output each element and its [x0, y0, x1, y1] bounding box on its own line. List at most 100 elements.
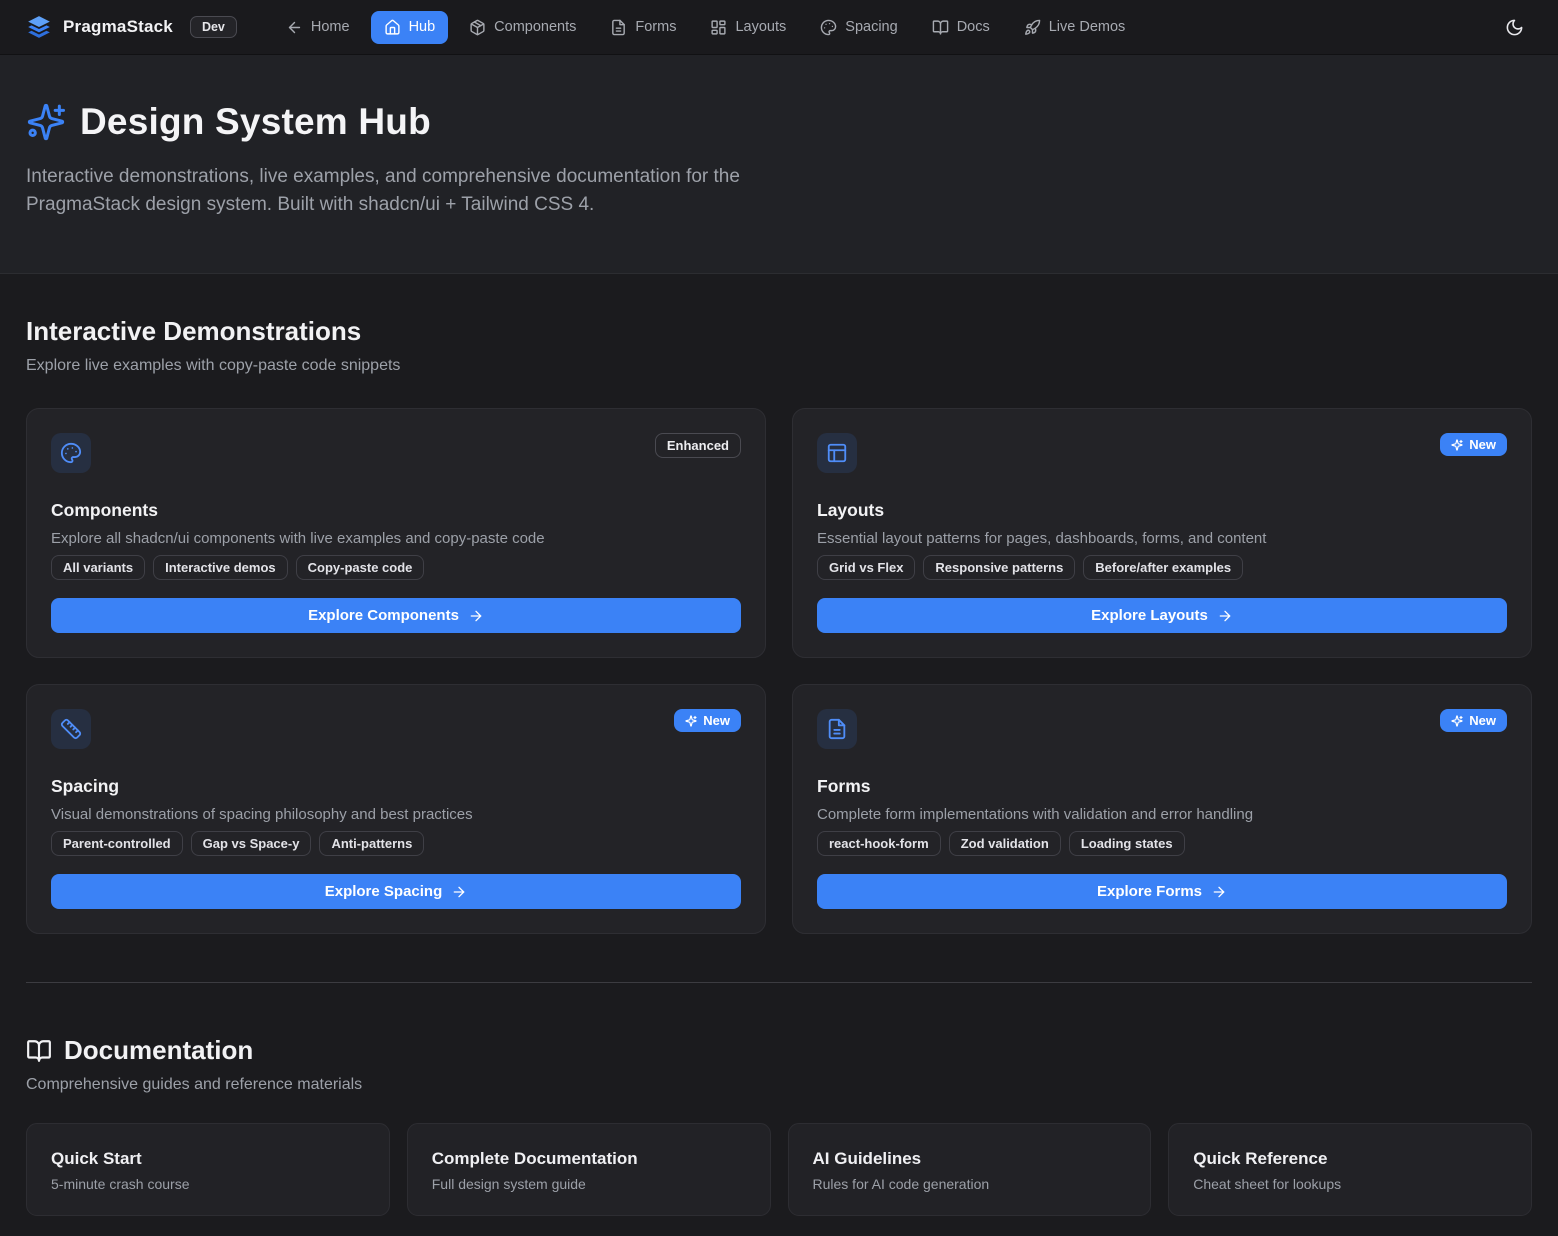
- nav-item-live-demos[interactable]: Live Demos: [1011, 11, 1139, 44]
- nav-item-hub[interactable]: Hub: [371, 11, 449, 44]
- badge-label: New: [1469, 437, 1496, 452]
- page-subtitle: Interactive demonstrations, live example…: [26, 163, 771, 219]
- card-title: Components: [51, 500, 741, 521]
- ruler-icon: [51, 709, 91, 749]
- sparkles-icon: [1451, 439, 1463, 451]
- explore-layouts-button[interactable]: Explore Layouts: [817, 598, 1507, 633]
- nav-item-components[interactable]: Components: [456, 11, 589, 44]
- layout-dashboard-icon: [710, 19, 727, 36]
- card-title: Forms: [817, 776, 1507, 797]
- explore-forms-button[interactable]: Explore Forms: [817, 874, 1507, 909]
- section-divider: [26, 982, 1532, 983]
- nav-item-label: Home: [311, 19, 350, 35]
- top-navbar: PragmaStack Dev Home Hub Components Form…: [0, 0, 1558, 55]
- button-label: Explore Forms: [1097, 883, 1202, 900]
- file-text-icon: [610, 19, 627, 36]
- panels-top-left-icon: [817, 433, 857, 473]
- tag: react-hook-form: [817, 831, 941, 856]
- sparkles-icon: [685, 715, 697, 727]
- nav-items: Home Hub Components Forms Layouts Spacin…: [273, 11, 1138, 44]
- page-title: Design System Hub: [80, 101, 431, 143]
- card-tags: All variants Interactive demos Copy-past…: [51, 555, 741, 580]
- tag: Copy-paste code: [296, 555, 425, 580]
- palette-icon: [51, 433, 91, 473]
- demo-card-forms: New Forms Complete form implementations …: [792, 684, 1532, 934]
- doc-card-quick-reference[interactable]: Quick Reference Cheat sheet for lookups: [1168, 1123, 1532, 1216]
- doc-card-ai-guidelines[interactable]: AI Guidelines Rules for AI code generati…: [788, 1123, 1152, 1216]
- doc-card-complete-documentation[interactable]: Complete Documentation Full design syste…: [407, 1123, 771, 1216]
- doc-card-quick-start[interactable]: Quick Start 5-minute crash course: [26, 1123, 390, 1216]
- button-label: Explore Spacing: [325, 883, 443, 900]
- demo-card-components: Enhanced Components Explore all shadcn/u…: [26, 408, 766, 658]
- sparkles-icon: [26, 102, 66, 142]
- brand-name: PragmaStack: [63, 17, 173, 37]
- tag: Interactive demos: [153, 555, 288, 580]
- nav-item-label: Live Demos: [1049, 19, 1126, 35]
- theme-toggle-button[interactable]: [1496, 9, 1532, 45]
- doc-card-description: Full design system guide: [432, 1176, 746, 1192]
- nav-item-home[interactable]: Home: [273, 11, 363, 44]
- file-text-icon: [817, 709, 857, 749]
- tag: All variants: [51, 555, 145, 580]
- demo-card-layouts: New Layouts Essential layout patterns fo…: [792, 408, 1532, 658]
- button-label: Explore Components: [308, 607, 459, 624]
- nav-item-forms[interactable]: Forms: [597, 11, 689, 44]
- main-content: Interactive Demonstrations Explore live …: [0, 316, 1558, 1236]
- arrow-right-icon: [451, 884, 467, 900]
- layers-logo-icon: [26, 14, 52, 40]
- doc-card-description: Cheat sheet for lookups: [1193, 1176, 1507, 1192]
- dev-badge: Dev: [190, 16, 237, 38]
- moon-icon: [1505, 18, 1524, 37]
- house-icon: [384, 19, 401, 36]
- doc-card-title: Quick Reference: [1193, 1149, 1507, 1169]
- nav-item-label: Docs: [957, 19, 990, 35]
- card-title: Layouts: [817, 500, 1507, 521]
- card-tags: Parent-controlled Gap vs Space-y Anti-pa…: [51, 831, 741, 856]
- nav-item-label: Hub: [409, 19, 436, 35]
- arrow-right-icon: [1217, 608, 1233, 624]
- card-tags: react-hook-form Zod validation Loading s…: [817, 831, 1507, 856]
- nav-item-layouts[interactable]: Layouts: [697, 11, 799, 44]
- new-badge: New: [1440, 433, 1507, 456]
- palette-icon: [820, 19, 837, 36]
- demos-heading: Interactive Demonstrations: [26, 316, 1532, 347]
- doc-card-description: 5-minute crash course: [51, 1176, 365, 1192]
- demo-card-spacing: New Spacing Visual demonstrations of spa…: [26, 684, 766, 934]
- card-description: Explore all shadcn/ui components with li…: [51, 530, 741, 547]
- tag: Grid vs Flex: [817, 555, 915, 580]
- explore-spacing-button[interactable]: Explore Spacing: [51, 874, 741, 909]
- doc-card-title: Complete Documentation: [432, 1149, 746, 1169]
- tag: Before/after examples: [1083, 555, 1243, 580]
- badge-label: New: [1469, 713, 1496, 728]
- nav-item-spacing[interactable]: Spacing: [807, 11, 910, 44]
- card-description: Visual demonstrations of spacing philoso…: [51, 806, 741, 823]
- tag: Parent-controlled: [51, 831, 183, 856]
- rocket-icon: [1024, 19, 1041, 36]
- card-title: Spacing: [51, 776, 741, 797]
- nav-item-label: Components: [494, 19, 576, 35]
- badge-label: New: [703, 713, 730, 728]
- card-description: Essential layout patterns for pages, das…: [817, 530, 1507, 547]
- demo-card-grid: Enhanced Components Explore all shadcn/u…: [26, 408, 1532, 934]
- docs-section: Documentation Comprehensive guides and r…: [26, 1035, 1532, 1236]
- tag: Responsive patterns: [923, 555, 1075, 580]
- explore-components-button[interactable]: Explore Components: [51, 598, 741, 633]
- hero-section: Design System Hub Interactive demonstrat…: [0, 55, 1558, 274]
- card-tags: Grid vs Flex Responsive patterns Before/…: [817, 555, 1507, 580]
- book-open-icon: [26, 1038, 52, 1064]
- package-icon: [469, 19, 486, 36]
- docs-subheading: Comprehensive guides and reference mater…: [26, 1076, 1532, 1094]
- book-open-icon: [932, 19, 949, 36]
- demos-section: Interactive Demonstrations Explore live …: [26, 316, 1532, 934]
- nav-item-docs[interactable]: Docs: [919, 11, 1003, 44]
- docs-heading: Documentation: [64, 1035, 253, 1066]
- tag: Zod validation: [949, 831, 1061, 856]
- doc-card-title: Quick Start: [51, 1149, 365, 1169]
- brand[interactable]: PragmaStack Dev: [26, 14, 237, 40]
- arrow-right-icon: [1211, 884, 1227, 900]
- doc-card-description: Rules for AI code generation: [813, 1176, 1127, 1192]
- nav-item-label: Forms: [635, 19, 676, 35]
- docs-card-grid: Quick Start 5-minute crash course Comple…: [26, 1123, 1532, 1236]
- sparkles-icon: [1451, 715, 1463, 727]
- status-badge: Enhanced: [655, 433, 741, 458]
